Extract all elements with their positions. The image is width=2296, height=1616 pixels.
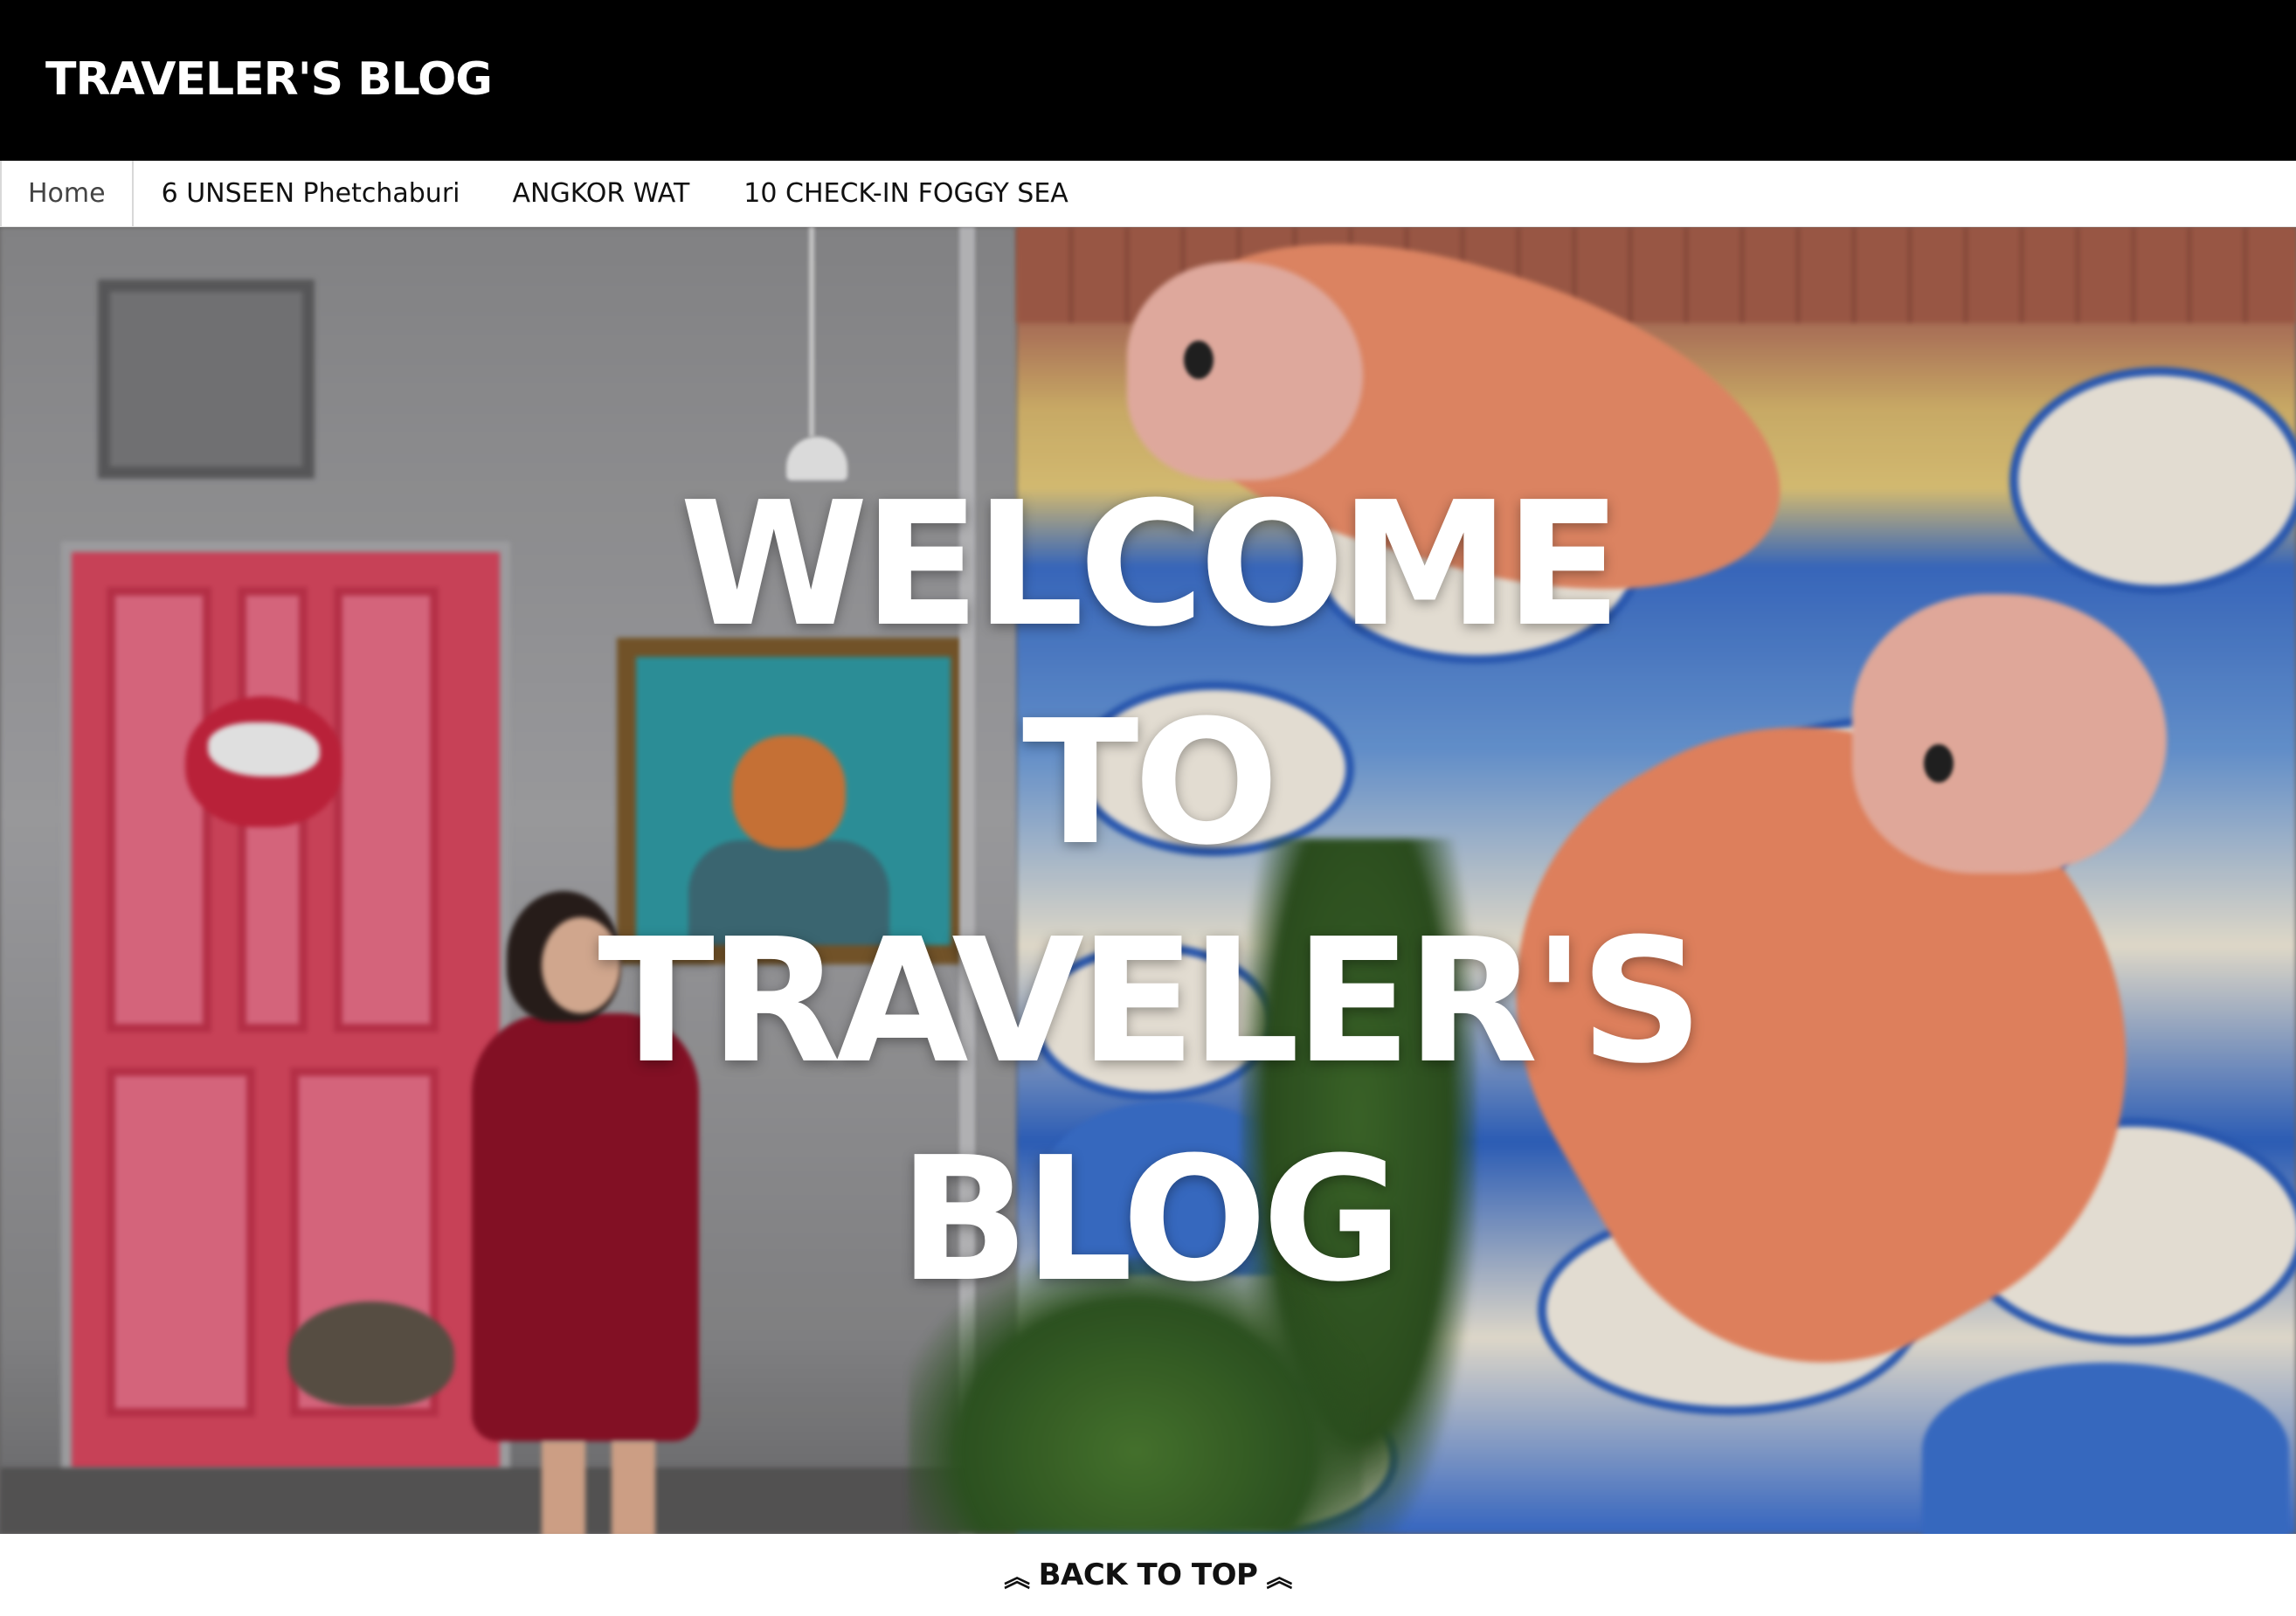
nav-item-phetchaburi[interactable]: 6 UNSEEN Phetchaburi — [134, 161, 487, 226]
site-title[interactable]: TRAVELER'S BLOG — [45, 49, 493, 110]
hero-title-line-2: TO — [1021, 684, 1279, 883]
back-to-top-label: BACK TO TOP — [1038, 1557, 1258, 1592]
hero-title-line-4: BLOG — [898, 1121, 1403, 1320]
double-chevron-up-icon: ︽ — [1266, 1563, 1292, 1593]
hero-banner: WELCOME TO TRAVELER'S BLOG — [0, 227, 2296, 1534]
hero-title-line-3: TRAVELER'S — [598, 902, 1703, 1102]
page: TRAVELER'S BLOG Home 6 UNSEEN Phetchabur… — [0, 0, 2296, 1616]
nav-item-angkor-wat[interactable]: ANGKOR WAT — [487, 161, 716, 226]
site-header: TRAVELER'S BLOG — [0, 0, 2296, 161]
double-chevron-up-icon: ︽ — [1004, 1563, 1030, 1593]
main-nav: Home 6 UNSEEN Phetchaburi ANGKOR WAT 10 … — [0, 161, 2296, 227]
hero-title-line-1: WELCOME — [679, 466, 1622, 665]
footer: ︽ BACK TO TOP ︽ — [0, 1534, 2296, 1616]
nav-item-foggy-sea[interactable]: 10 CHECK-IN FOGGY SEA — [716, 161, 1095, 226]
hero-title: WELCOME TO TRAVELER'S BLOG — [0, 456, 2296, 1329]
back-to-top-link[interactable]: ︽ BACK TO TOP ︽ — [1004, 1556, 1292, 1594]
nav-item-home[interactable]: Home — [0, 161, 134, 226]
